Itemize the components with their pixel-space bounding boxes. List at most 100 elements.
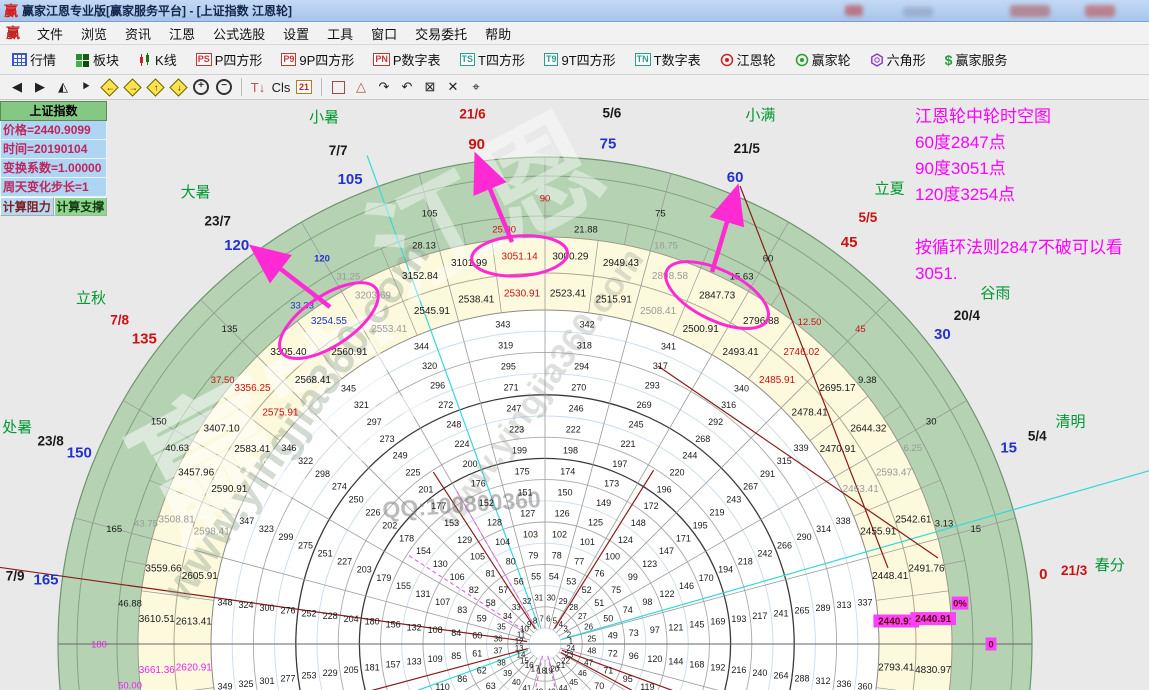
background-window-artifact (1085, 5, 1115, 17)
svg-text:23/8: 23/8 (37, 434, 64, 449)
parameter-panel: 上证指数 价格=2440.9099时间=20190104变换系数=1.00000… (0, 101, 107, 216)
svg-text:249: 249 (393, 451, 408, 461)
svg-text:119: 119 (640, 682, 654, 690)
svg-text:199: 199 (512, 446, 527, 456)
cls-button[interactable]: Cls (270, 77, 292, 97)
toolbar-button-赢家轮[interactable]: 赢家轮 (789, 49, 857, 70)
toolbar-button-赢家服务[interactable]: $赢家服务 (939, 49, 1014, 70)
PN-badge-icon: PN (373, 53, 390, 66)
svg-text:47: 47 (584, 659, 593, 668)
svg-text:9.38: 9.38 (858, 375, 877, 386)
pointer-tool-button[interactable]: ⌖ (465, 77, 487, 97)
menu-item-设置[interactable]: 设置 (274, 22, 318, 45)
pan-up-button[interactable]: ↑ (144, 77, 166, 97)
svg-text:276: 276 (280, 606, 295, 616)
menu-item-交易委托[interactable]: 交易委托 (406, 22, 476, 45)
svg-text:150: 150 (557, 488, 572, 498)
toolbar-button-六角形[interactable]: 六角形 (864, 49, 932, 70)
svg-text:342: 342 (580, 320, 595, 330)
zoom-out-button[interactable]: − (213, 77, 235, 97)
toolbar-button-行情[interactable]: 行情 (6, 49, 62, 70)
draw-triangle-button[interactable]: △ (350, 77, 372, 97)
toolbar-button-T数字表[interactable]: TNT数字表 (629, 49, 707, 70)
svg-text:79: 79 (528, 551, 538, 561)
nav-next-button[interactable]: ▶ (29, 77, 51, 97)
box-x-button[interactable]: ⊠ (419, 77, 441, 97)
svg-text:216: 216 (731, 665, 746, 675)
svg-text:120: 120 (314, 253, 330, 264)
menu-item-浏览[interactable]: 浏览 (72, 22, 116, 45)
svg-text:49: 49 (608, 631, 618, 641)
toolbar-button-P数字表[interactable]: PNP数字表 (367, 49, 446, 70)
shrink-icon: ✕ (448, 79, 459, 95)
T9-badge-icon: T9 (544, 53, 559, 66)
nav-first-button[interactable]: ◭ (52, 77, 74, 97)
svg-text:75: 75 (611, 585, 621, 595)
svg-text:180: 180 (91, 640, 107, 651)
svg-text:75: 75 (600, 136, 617, 153)
svg-text:2847.73: 2847.73 (699, 291, 736, 302)
svg-text:6: 6 (546, 615, 551, 624)
pan-right-button[interactable]: → (121, 77, 143, 97)
svg-text:76: 76 (594, 568, 604, 578)
svg-text:151: 151 (517, 488, 532, 498)
svg-text:3559.66: 3559.66 (145, 564, 182, 575)
svg-text:50: 50 (603, 613, 613, 623)
nav-prev-icon: ◀ (12, 79, 22, 95)
svg-text:221: 221 (620, 439, 635, 449)
toolbar-button-K线[interactable]: K线 (132, 49, 183, 70)
calendar-button[interactable]: 21 (293, 77, 315, 97)
svg-text:145: 145 (689, 620, 704, 630)
calc-support-button[interactable]: 计算支撑 (54, 197, 108, 216)
svg-text:106: 106 (450, 572, 465, 582)
svg-text:339: 339 (794, 443, 809, 453)
pan-down-button[interactable]: ↓ (167, 77, 189, 97)
zoom-in-button[interactable]: + (190, 77, 212, 97)
wheel-icon (795, 53, 809, 67)
rotate-cw-button[interactable]: ↷ (373, 77, 395, 97)
toolbar-button-9P四方形[interactable]: P99P四方形 (275, 49, 360, 70)
annotation-note: 按循环法则2847不破可以看3051. (915, 235, 1149, 287)
rotate-ccw-button[interactable]: ↶ (396, 77, 418, 97)
menu-item-资讯[interactable]: 资讯 (116, 22, 160, 45)
menu-item-窗口[interactable]: 窗口 (362, 22, 406, 45)
draw-square-button[interactable] (327, 77, 349, 97)
annotation-note-line: 按循环法则2847不破可以看 (915, 235, 1149, 261)
pan-left-button[interactable]: ← (98, 77, 120, 97)
menu-item-文件[interactable]: 文件 (28, 22, 72, 45)
toolbar-button-9T四方形[interactable]: T99T四方形 (538, 49, 622, 70)
nav-prev-button[interactable]: ◀ (6, 77, 28, 97)
svg-text:193: 193 (731, 614, 746, 624)
svg-text:337: 337 (857, 597, 872, 607)
menu-item-工具[interactable]: 工具 (318, 22, 362, 45)
svg-text:168: 168 (689, 660, 704, 670)
t-updown-button[interactable]: T↓ (247, 77, 269, 97)
svg-text:5/6: 5/6 (603, 106, 622, 121)
svg-text:18.75: 18.75 (654, 241, 678, 252)
menu-item-公式选股[interactable]: 公式选股 (204, 22, 274, 45)
svg-text:133: 133 (407, 657, 422, 667)
svg-text:3508.81: 3508.81 (159, 515, 196, 526)
svg-text:178: 178 (399, 533, 414, 543)
toolbar-button-江恩轮[interactable]: 江恩轮 (714, 49, 782, 70)
toolbar-button-P四方形[interactable]: PSP四方形 (190, 49, 269, 70)
calc-resistance-button[interactable]: 计算阻力 (0, 197, 54, 216)
menu-item-江恩[interactable]: 江恩 (160, 22, 204, 45)
svg-text:195: 195 (693, 520, 708, 530)
nav-last-button[interactable]: ⯈ (75, 77, 97, 97)
svg-text:149: 149 (596, 498, 611, 508)
shrink-button[interactable]: ✕ (442, 77, 464, 97)
svg-text:227: 227 (337, 557, 352, 567)
toolbar-button-板块[interactable]: 板块 (69, 49, 125, 70)
svg-text:128: 128 (487, 518, 502, 528)
svg-text:2590.91: 2590.91 (211, 484, 248, 495)
svg-text:148: 148 (631, 518, 646, 528)
svg-text:82: 82 (469, 585, 479, 595)
svg-text:316: 316 (721, 400, 736, 410)
pan-right-icon: → (123, 78, 141, 96)
menu-item-帮助[interactable]: 帮助 (476, 22, 520, 45)
toolbar-button-T四方形[interactable]: TST四方形 (454, 49, 531, 70)
annotation-line: 江恩轮中轮时空图 (915, 104, 1149, 130)
svg-text:立夏: 立夏 (875, 181, 905, 198)
svg-text:2613.41: 2613.41 (176, 617, 213, 628)
